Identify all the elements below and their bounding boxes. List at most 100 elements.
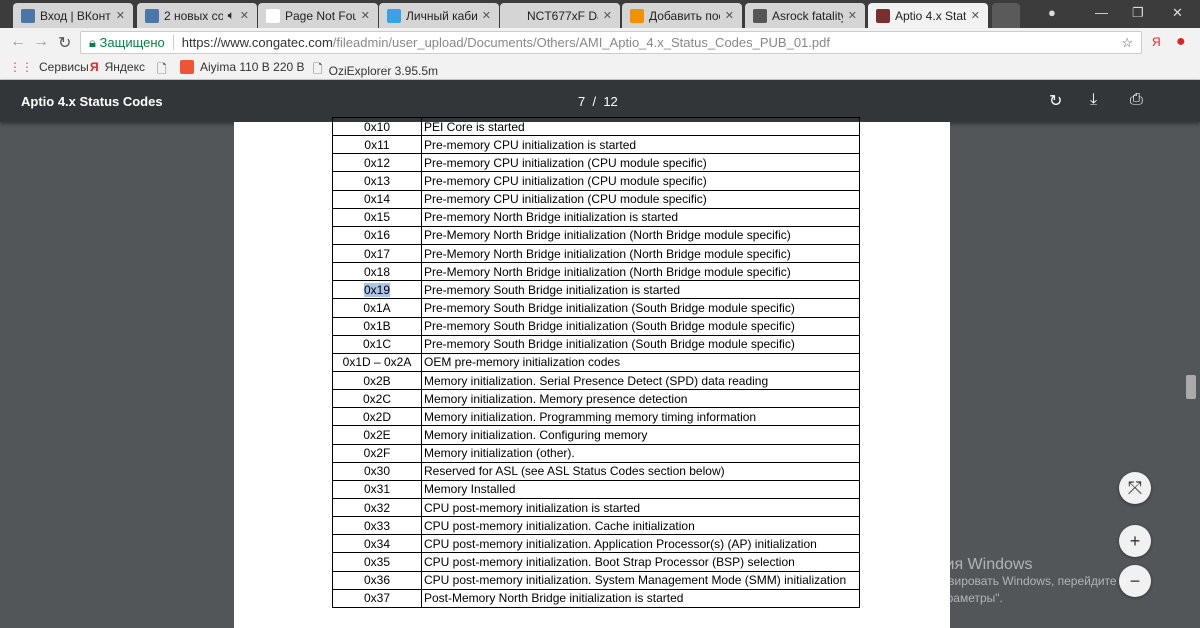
restore-button[interactable]: ❐ (1132, 5, 1144, 21)
pdf-icon (876, 8, 890, 23)
table-row: 0x15 Pre-memory North Bridge initializati… (332, 207, 860, 227)
tab-close-icon[interactable]: ✕ (116, 9, 125, 22)
vk-icon (21, 8, 35, 23)
reload-button[interactable]: ↻ (58, 33, 71, 53)
address-bar-row: ← → ↻ 🔒︎ Защищено https://www.congatec.c… (0, 28, 1200, 56)
description-cell: Memory initialization. Configuring memor… (421, 425, 860, 445)
bookmark-page[interactable]: 🗋 (157, 60, 167, 81)
code-cell: 0x1C (332, 334, 422, 354)
description-cell: Memory initialization (other). (421, 443, 860, 463)
back-button[interactable]: ← (10, 33, 26, 51)
code-cell: 0x1B (332, 316, 422, 336)
code: 0x1D – 0x2A (342, 355, 412, 370)
zoom-in-button[interactable]: + (1119, 525, 1151, 557)
code: 0x17 (363, 246, 391, 261)
url-input[interactable]: 🔒︎ Защищено https://www.congatec.com/fil… (80, 31, 1142, 54)
code: 0x2F (363, 446, 391, 461)
tab[interactable]: 2 новых сообщения 🔈︎ ✕ (137, 3, 257, 28)
description-cell: Post-Memory North Bridge initialization … (421, 588, 860, 608)
tab[interactable]: Asrock fatality ✕ (745, 3, 865, 28)
pdf-toolbar: Aptio 4.x Status Codes 7 / 12 ↻ ⤓ ⎙ (0, 80, 1200, 122)
description-cell: Pre-memory CPU initialization (CPU modul… (421, 171, 860, 191)
download-icon[interactable]: ⤓ (1090, 91, 1097, 109)
page-icon: 🗋 (157, 62, 167, 76)
code: 0x32 (363, 500, 391, 515)
table-row: 0x2F Memory initialization (other). (332, 443, 860, 463)
bookmark-services[interactable]: ⋮⋮ Сервисы (9, 60, 89, 74)
none (508, 8, 522, 23)
profile-icon[interactable]: ● (1048, 5, 1056, 20)
tab-close-icon[interactable]: ✕ (240, 9, 249, 22)
audio-icon[interactable]: 🔈︎ (228, 8, 235, 23)
rotate-icon[interactable]: ↻ (1049, 91, 1062, 111)
code-cell: 0x2F (332, 443, 422, 463)
tab[interactable]: Добавить пост ✕ (622, 3, 742, 28)
description-cell: CPU post-memory initialization. Cache in… (421, 516, 860, 536)
fit-page-button[interactable]: ⤧ (1119, 472, 1151, 504)
bookmark-aiyima[interactable]: Aiyima 110 В 220 В (180, 60, 305, 74)
description-cell: CPU post-memory initialization. Boot Str… (421, 552, 860, 572)
bookmark-yandex[interactable]: Я Яндекс (90, 60, 145, 74)
scrollbar-thumb[interactable] (1186, 375, 1196, 399)
table-row: 0x10 PEI Core is started (332, 116, 860, 137)
code: 0x11 (364, 137, 390, 152)
tab[interactable]: NCT677xF Datasheet ✕ (500, 3, 620, 28)
page-separator: / (592, 94, 597, 109)
tab-close-icon[interactable]: ✕ (848, 9, 857, 22)
table-row: 0x16 Pre-Memory North Bridge initializati… (332, 225, 860, 245)
bookmark-label: OziExplorer 3.95.5m (328, 63, 439, 78)
tab-title: Aptio 4.x Status Codes (895, 8, 966, 23)
tab-close-icon[interactable]: ✕ (361, 9, 370, 22)
total-pages: 12 (603, 94, 618, 109)
page-indicator[interactable]: 7 / 12 (578, 94, 618, 109)
code: 0x1C (362, 337, 391, 352)
watermark-line1: Чтобы активировать Windows, перейдите в (885, 574, 1127, 588)
tab-title: Добавить пост (649, 8, 720, 23)
tab[interactable]: Вход | ВКонтакте ✕ (13, 3, 133, 28)
code-cell: 0x14 (332, 189, 422, 209)
extension-icon[interactable]: ● (1176, 33, 1186, 51)
table-row: 0x19 Pre-memory South Bridge initializati… (332, 280, 860, 300)
url-path: /fileadmin/user_upload/Documents/Others/… (332, 35, 830, 50)
tab-close-icon[interactable]: ✕ (971, 9, 980, 22)
code: 0x19 (363, 282, 391, 297)
code: 0x2B (363, 373, 391, 388)
table-row: 0x2D Memory initialization. Programming m… (332, 407, 860, 427)
apps-icon: ⋮⋮ (9, 60, 33, 74)
bookmark-oziexplorer[interactable]: 🗋 OziExplorer 3.95.5m (313, 60, 438, 81)
code-cell: 0x34 (332, 534, 422, 554)
tab[interactable]: Aptio 4.x Status Codes ✕ (868, 3, 988, 28)
tab-close-icon[interactable]: ✕ (725, 9, 734, 22)
code-cell: 0x33 (332, 516, 422, 536)
table-row: 0x35 CPU post-memory initialization. Boot… (332, 552, 860, 572)
code-cell: 0x12 (332, 153, 422, 173)
yandex-ext-icon[interactable]: Я (1152, 35, 1161, 49)
tab[interactable]: Личный кабинет ✕ (379, 3, 499, 28)
tab-close-icon[interactable]: ✕ (482, 9, 491, 22)
table-row: 0x30 Reserved for ASL (see ASL Status Cod… (332, 461, 860, 481)
bookmarks-bar: ⋮⋮ Сервисы Я Яндекс 🗋 Aiyima 110 В 220 В 🗋… (0, 56, 1200, 80)
description-cell: CPU post-memory initialization. Applicat… (421, 534, 860, 554)
star-icon[interactable]: ☆ (1121, 35, 1133, 51)
print-icon[interactable]: ⎙ (1130, 91, 1143, 109)
code-cell: 0x19 (332, 280, 422, 300)
table-row: 0x18 Pre-Memory North Bridge initializati… (332, 262, 860, 282)
new-tab-button[interactable] (992, 3, 1020, 28)
table-row: 0x33 CPU post-memory initialization. Cach… (332, 516, 860, 536)
code: 0x12 (363, 155, 391, 170)
current-page: 7 (578, 94, 586, 109)
table-row: 0x31 Memory Installed (332, 479, 860, 499)
tab-close-icon[interactable]: ✕ (603, 9, 612, 22)
bookmark-label: Яндекс (104, 60, 145, 74)
code: 0x1B (363, 319, 391, 334)
close-window-button[interactable]: ✕ (1172, 5, 1183, 21)
forward-button[interactable]: → (33, 33, 49, 51)
code-cell: 0x32 (332, 497, 422, 518)
tab[interactable]: Page Not Found ✕ (258, 3, 378, 28)
secure-label: Защищено (99, 35, 165, 50)
code-cell: 0x30 (332, 461, 422, 481)
table-row: 0x1C Pre-memory South Bridge initializati… (332, 334, 860, 354)
description-cell: Pre-memory CPU initialization is started (421, 135, 860, 155)
minimize-button[interactable]: — (1095, 5, 1108, 20)
code-cell: 0x31 (332, 479, 422, 499)
